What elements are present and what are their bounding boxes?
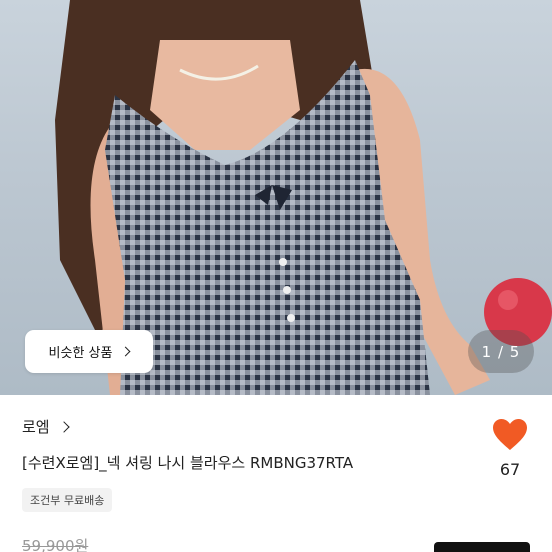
- like-count: 67: [499, 460, 521, 479]
- similar-products-label: 비슷한 상품: [48, 346, 113, 361]
- product-photo[interactable]: 비슷한 상품 1 / 5: [0, 0, 552, 395]
- shipping-badge: 조건부 무료배송: [22, 488, 113, 512]
- heart-icon: [493, 419, 527, 450]
- chevron-right-icon: [57, 420, 70, 433]
- image-page-indicator: 1 / 5: [468, 330, 534, 373]
- product-title: [수련X로엠]_넥 셔링 나시 블라우스 RMBNG37RTA: [22, 454, 354, 472]
- chevron-right-icon: [121, 346, 131, 357]
- shop-link[interactable]: 로엠: [22, 416, 70, 437]
- like-button[interactable]: [492, 418, 528, 452]
- buy-button[interactable]: [434, 542, 530, 552]
- original-price: 59,900원: [22, 537, 89, 552]
- shop-name: 로엠: [22, 418, 50, 436]
- similar-products-button[interactable]: 비슷한 상품: [25, 330, 153, 373]
